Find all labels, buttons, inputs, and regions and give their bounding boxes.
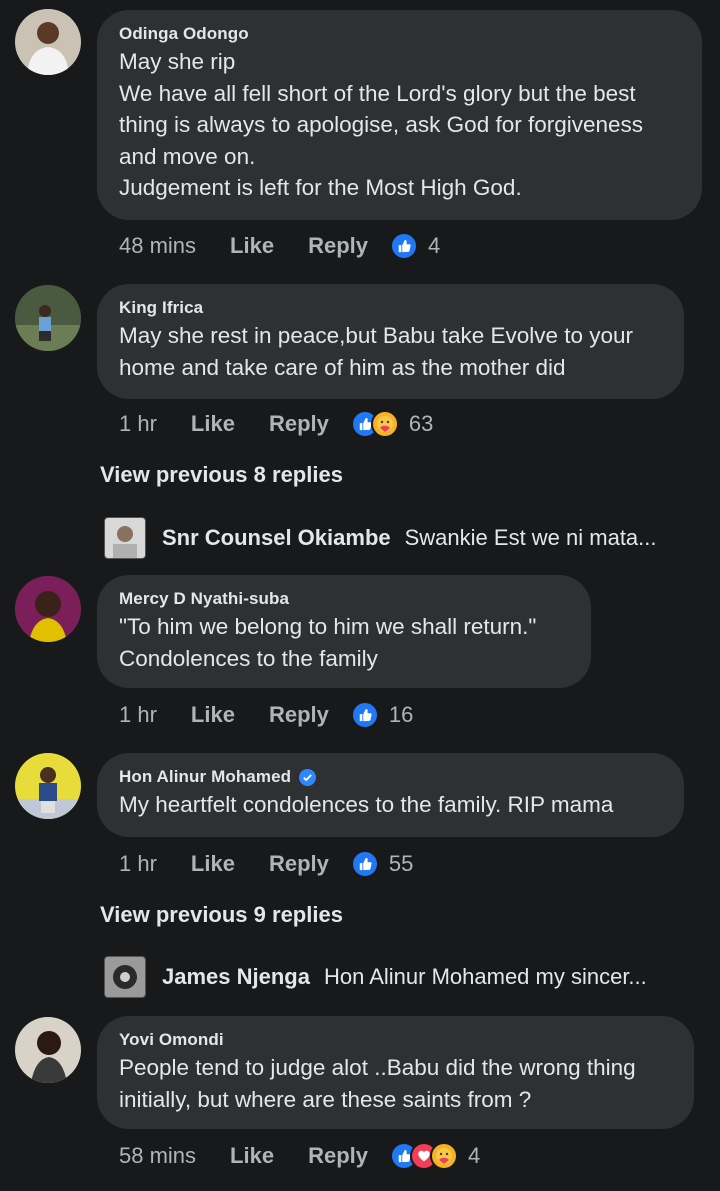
comment-bubble: King Ifrica May she rest in peace,but Ba… <box>97 284 684 399</box>
reply-button[interactable]: Reply <box>269 411 329 437</box>
like-reaction-icon <box>350 701 379 729</box>
avatar[interactable] <box>15 1017 81 1083</box>
reply-button[interactable]: Reply <box>308 1143 368 1169</box>
reactions-summary[interactable] <box>350 410 399 438</box>
reply-button[interactable]: Reply <box>269 851 329 877</box>
comment-text: My heartfelt condolences to the family. … <box>119 792 614 817</box>
comment-timestamp[interactable]: 1 hr <box>119 411 157 437</box>
comment-author[interactable]: King Ifrica <box>119 298 662 318</box>
avatar[interactable] <box>15 753 81 819</box>
avatar[interactable] <box>15 9 81 75</box>
reply-snippet: Swankie Est we ni mata... <box>404 525 657 550</box>
reply-button[interactable]: Reply <box>308 233 368 259</box>
comment-bubble: Yovi Omondi People tend to judge alot ..… <box>97 1016 694 1129</box>
reply-preview[interactable]: Snr Counsel Okiambe Swankie Est we ni ma… <box>104 517 657 559</box>
avatar <box>104 956 146 998</box>
reply-button[interactable]: Reply <box>269 702 329 728</box>
comment-timestamp[interactable]: 58 mins <box>119 1143 196 1169</box>
comment-actions: 48 mins Like Reply 4 <box>119 231 440 261</box>
reactions-summary[interactable] <box>350 850 379 878</box>
comment-timestamp[interactable]: 1 hr <box>119 851 157 877</box>
view-previous-replies-link[interactable]: View previous 8 replies <box>100 462 343 488</box>
comment-author[interactable]: Odinga Odongo <box>119 24 680 44</box>
view-previous-replies-link[interactable]: View previous 9 replies <box>100 902 343 928</box>
reactions-summary[interactable] <box>390 232 418 260</box>
comment-author[interactable]: Yovi Omondi <box>119 1030 672 1050</box>
comment-text: People tend to judge alot ..Babu did the… <box>119 1055 636 1112</box>
reply-snippet: Hon Alinur Mohamed my sincer... <box>323 964 647 989</box>
care-reaction-icon <box>430 1142 458 1170</box>
reactions-summary[interactable] <box>350 701 379 729</box>
comment-text: May she rip We have all fell short of th… <box>119 49 644 200</box>
comment-bubble: Hon Alinur Mohamed My heartfelt condolen… <box>97 753 684 837</box>
comment-author[interactable]: Mercy D Nyathi-suba <box>119 589 569 609</box>
reply-preview[interactable]: James Njenga Hon Alinur Mohamed my since… <box>104 956 647 998</box>
avatar[interactable] <box>15 285 81 351</box>
care-reaction-icon <box>370 410 399 438</box>
verified-badge-icon <box>299 768 317 786</box>
reaction-count[interactable]: 16 <box>389 702 413 728</box>
comment-text: "To him we belong to him we shall return… <box>119 614 537 671</box>
like-button[interactable]: Like <box>230 1143 274 1169</box>
comment-author[interactable]: Hon Alinur Mohamed <box>119 767 662 787</box>
comment-text: May she rest in peace,but Babu take Evol… <box>119 323 634 380</box>
avatar[interactable] <box>15 576 81 642</box>
like-button[interactable]: Like <box>191 851 235 877</box>
like-reaction-icon <box>390 232 418 260</box>
like-button[interactable]: Like <box>191 702 235 728</box>
reaction-count[interactable]: 4 <box>428 233 440 259</box>
comment-bubble: Mercy D Nyathi-suba "To him we belong to… <box>97 575 591 688</box>
comment-actions: 1 hr Like Reply 55 <box>119 849 413 879</box>
like-reaction-icon <box>350 850 379 878</box>
comment-timestamp[interactable]: 1 hr <box>119 702 157 728</box>
comment-actions: 1 hr Like Reply 63 <box>119 409 433 439</box>
reaction-count[interactable]: 63 <box>409 411 433 437</box>
comment-actions: 58 mins Like Reply 4 <box>119 1141 480 1171</box>
reactions-summary[interactable] <box>390 1142 458 1170</box>
like-button[interactable]: Like <box>191 411 235 437</box>
comment-actions: 1 hr Like Reply 16 <box>119 700 413 730</box>
comment-timestamp[interactable]: 48 mins <box>119 233 196 259</box>
reply-author[interactable]: Snr Counsel Okiambe <box>162 525 391 551</box>
reaction-count[interactable]: 55 <box>389 851 413 877</box>
like-button[interactable]: Like <box>230 233 274 259</box>
comment-bubble: Odinga Odongo May she rip We have all fe… <box>97 10 702 220</box>
reply-author[interactable]: James Njenga <box>162 964 310 990</box>
avatar <box>104 517 146 559</box>
reaction-count[interactable]: 4 <box>468 1143 480 1169</box>
